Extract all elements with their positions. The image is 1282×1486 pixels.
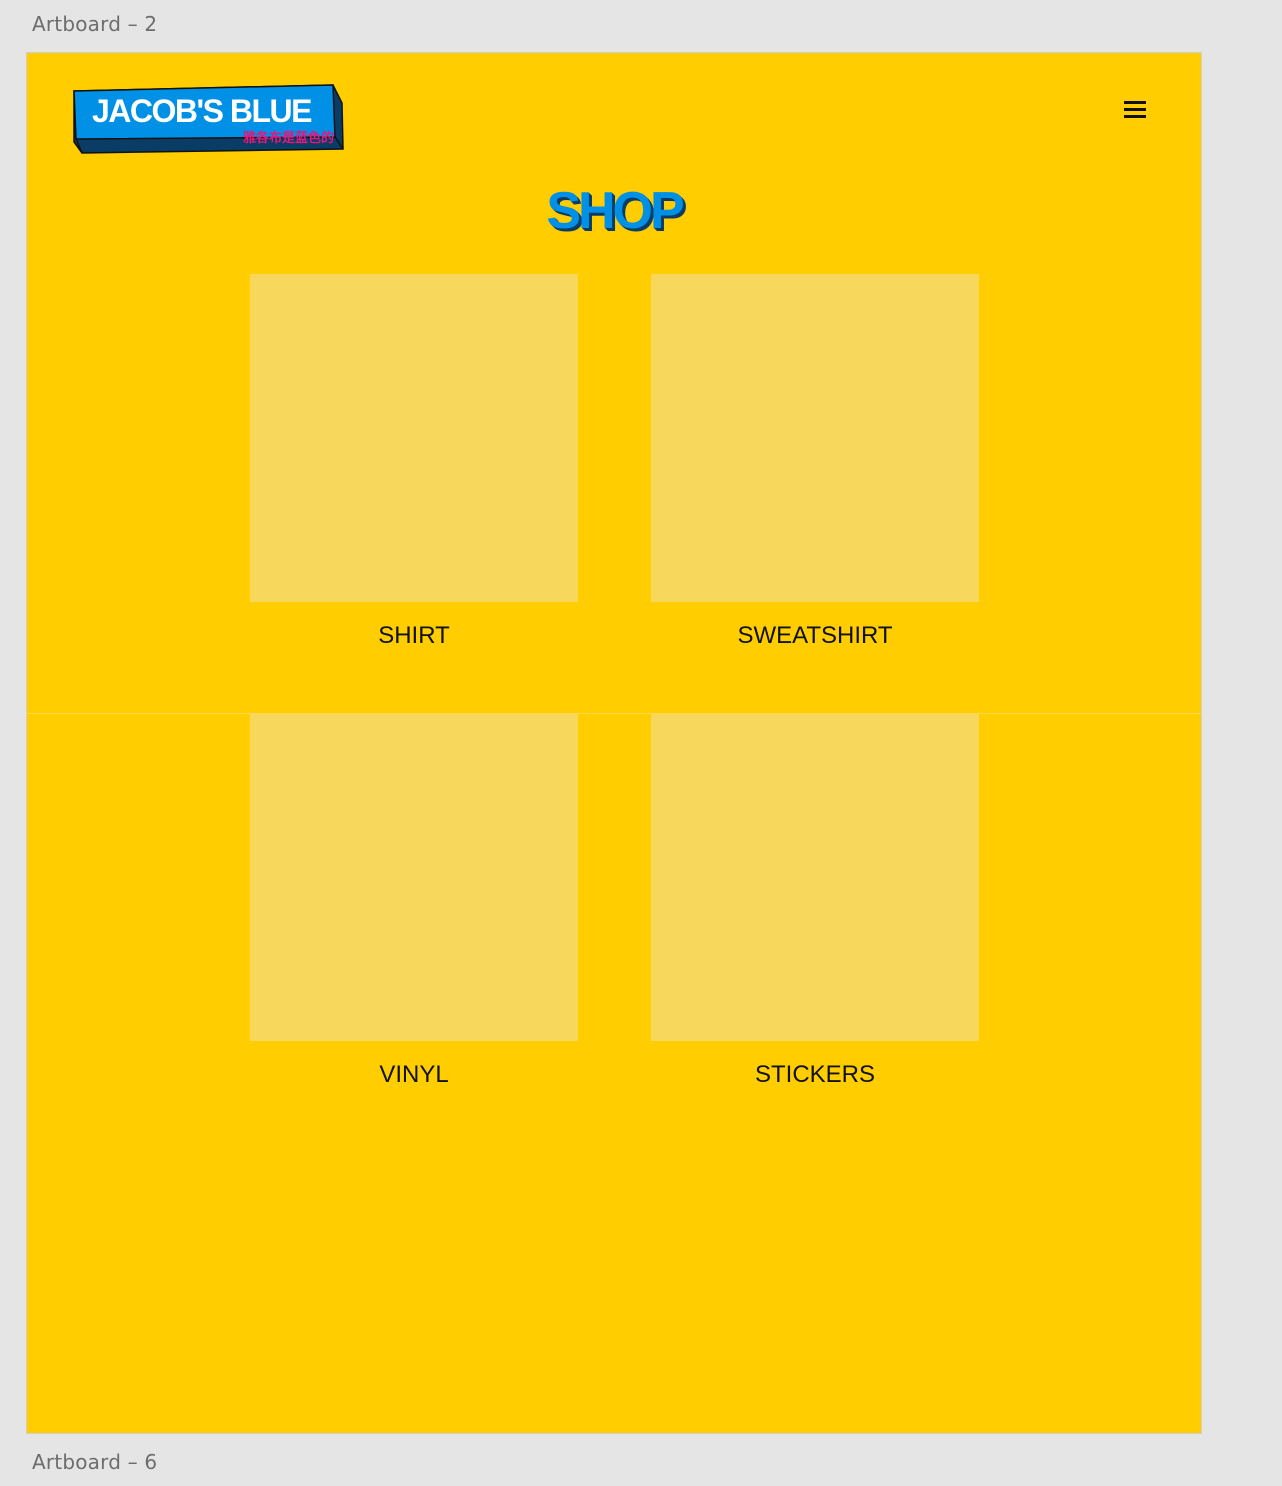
artboard: JACOB'S BLUE 雅各布是蓝色的 SHOP SHIRT SWEATSHI… — [26, 52, 1202, 1434]
artboard-label-bottom: Artboard – 6 — [32, 1450, 158, 1474]
product-image-placeholder[interactable] — [250, 713, 578, 1041]
page-title: SHOP — [546, 182, 684, 240]
product-image-placeholder[interactable] — [651, 713, 979, 1041]
hamburger-menu-icon[interactable] — [1124, 99, 1148, 119]
menu-line — [1124, 115, 1146, 118]
product-image-placeholder[interactable] — [651, 274, 979, 602]
product-label[interactable]: SWEATSHIRT — [651, 622, 979, 650]
menu-line — [1124, 101, 1146, 104]
product-label[interactable]: SHIRT — [250, 622, 578, 650]
artboard-label-top: Artboard – 2 — [32, 12, 158, 36]
product-tile-stickers[interactable]: STICKERS — [651, 713, 979, 1089]
menu-line — [1124, 108, 1146, 111]
product-tile-sweatshirt[interactable]: SWEATSHIRT — [651, 274, 979, 650]
artboard-seam — [27, 713, 1201, 714]
product-tile-shirt[interactable]: SHIRT — [250, 274, 578, 650]
logo-subtext: 雅各布是蓝色的 — [243, 131, 335, 146]
product-label[interactable]: STICKERS — [651, 1061, 979, 1089]
brand-logo[interactable]: JACOB'S BLUE 雅各布是蓝色的 — [73, 83, 353, 155]
product-image-placeholder[interactable] — [250, 274, 578, 602]
product-label[interactable]: VINYL — [250, 1061, 578, 1089]
product-tile-vinyl[interactable]: VINYL — [250, 713, 578, 1089]
logo-wordmark: JACOB'S BLUE — [92, 93, 312, 129]
